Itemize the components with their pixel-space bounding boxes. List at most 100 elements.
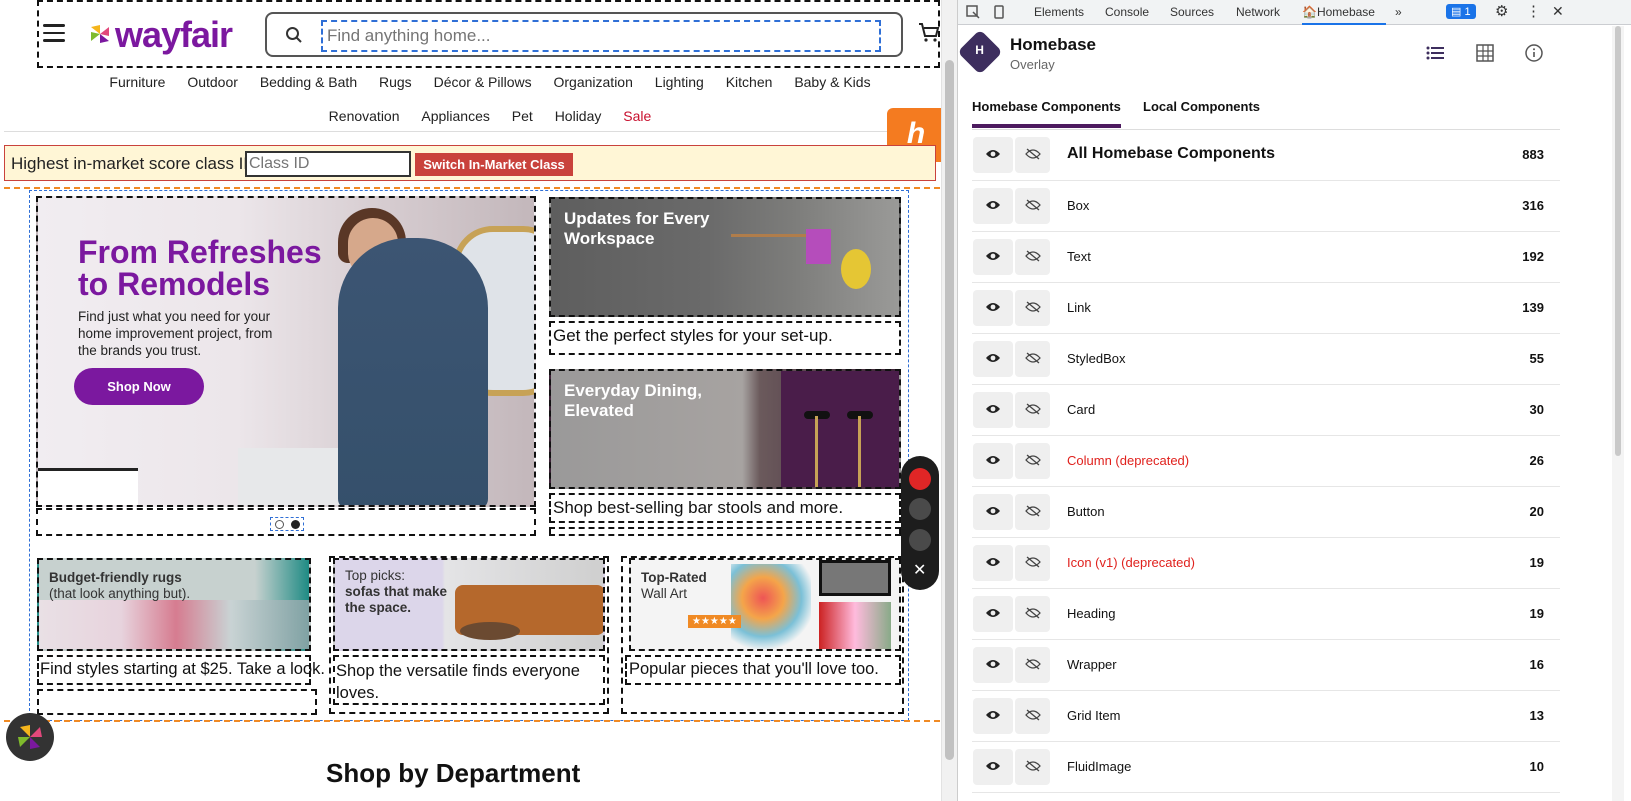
hide-button[interactable] — [1015, 239, 1050, 275]
record-button[interactable] — [909, 468, 931, 490]
nav-item[interactable]: Bedding & Bath — [260, 74, 357, 90]
hide-button[interactable] — [1015, 290, 1050, 326]
hide-button[interactable] — [1015, 698, 1050, 734]
eye-icon — [986, 405, 1000, 413]
carousel-dot-active[interactable] — [291, 520, 300, 529]
nav-item[interactable]: Rugs — [379, 74, 412, 90]
tub-image — [38, 468, 138, 505]
show-button[interactable] — [973, 188, 1013, 224]
table-view-icon[interactable] — [1476, 44, 1494, 62]
nav-item[interactable]: Renovation — [329, 108, 400, 124]
component-name-deprecated: Column (deprecated) — [1067, 453, 1190, 468]
home-icon: 🏠 — [1302, 5, 1317, 19]
nav-item[interactable]: Outdoor — [187, 74, 238, 90]
search-box[interactable] — [265, 12, 903, 57]
nav-item[interactable]: Organization — [554, 74, 633, 90]
overlay-outline — [4, 720, 940, 722]
card-caption[interactable]: Shop best-selling bar stools and more. — [549, 493, 901, 523]
hide-button[interactable] — [1015, 494, 1050, 530]
tab-network[interactable]: Network — [1236, 5, 1280, 19]
eye-icon — [986, 558, 1000, 566]
device-toolbar-icon[interactable] — [992, 5, 1006, 19]
carousel-dot[interactable] — [275, 520, 284, 529]
issues-badge[interactable]: ▤ 1 — [1446, 4, 1476, 19]
show-button[interactable] — [973, 749, 1013, 785]
hide-button[interactable] — [1015, 443, 1050, 479]
nav-item[interactable]: Furniture — [109, 74, 165, 90]
hide-button[interactable] — [1015, 392, 1050, 428]
show-button[interactable] — [973, 392, 1013, 428]
nav-item[interactable]: Pet — [512, 108, 533, 124]
nav-item[interactable]: Kitchen — [726, 74, 773, 90]
inspect-icon[interactable] — [966, 5, 980, 19]
cart-icon[interactable] — [917, 20, 941, 44]
hide-button[interactable] — [1015, 545, 1050, 581]
section-heading: Shop by Department — [326, 758, 581, 788]
tab-elements[interactable]: Elements — [1034, 5, 1084, 19]
cabinet-image — [781, 371, 899, 487]
close-icon[interactable]: ✕ — [913, 560, 926, 580]
class-id-input[interactable] — [245, 151, 411, 177]
nav-item[interactable]: Appliances — [421, 108, 490, 124]
card-caption[interactable]: Find styles starting at $25. Take a look… — [37, 655, 325, 685]
panel-scrollbar[interactable] — [1612, 26, 1624, 801]
tab-homebase[interactable]: 🏠Homebase — [1302, 5, 1386, 25]
hide-button[interactable] — [1015, 749, 1050, 785]
extension-launcher-icon[interactable] — [6, 713, 54, 761]
nav-item-sale[interactable]: Sale — [623, 108, 651, 124]
overlay-outline — [621, 556, 904, 714]
search-input[interactable] — [321, 20, 881, 52]
card-caption[interactable]: Get the perfect styles for your set-up. — [549, 321, 901, 355]
close-devtools-icon[interactable]: ✕ — [1552, 3, 1564, 20]
stool-leg — [858, 416, 861, 487]
eye-off-icon — [1025, 199, 1041, 211]
pause-button[interactable] — [909, 498, 931, 520]
settings-gear-icon[interactable]: ⚙ — [1495, 2, 1508, 20]
show-button[interactable] — [973, 290, 1013, 326]
rugs-card[interactable]: Budget-friendly rugs (that look anything … — [37, 558, 311, 651]
hide-button[interactable] — [1015, 647, 1050, 683]
hero-title: From Refreshes to Remodels — [78, 234, 322, 302]
nav-item[interactable]: Lighting — [655, 74, 704, 90]
workspace-card[interactable]: Updates for Every Workspace — [549, 197, 901, 317]
shop-now-button[interactable]: Shop Now — [74, 368, 204, 405]
hero-banner[interactable]: From Refreshes to Remodels Find just wha… — [36, 196, 536, 507]
show-button[interactable] — [973, 494, 1013, 530]
stop-button[interactable] — [909, 529, 931, 551]
show-button[interactable] — [973, 698, 1013, 734]
nav-item[interactable]: Baby & Kids — [794, 74, 870, 90]
more-tabs-icon[interactable]: » — [1395, 5, 1402, 19]
component-name: All Homebase Components — [1067, 145, 1276, 162]
scrollbar-thumb[interactable] — [945, 60, 954, 760]
dining-card[interactable]: Everyday Dining, Elevated — [549, 369, 901, 489]
switch-class-button[interactable]: Switch In-Market Class — [415, 153, 573, 176]
kebab-menu-icon[interactable]: ⋮ — [1526, 2, 1541, 20]
page-scrollbar[interactable] — [941, 0, 957, 801]
nav-item[interactable]: Holiday — [555, 108, 602, 124]
tab-sources[interactable]: Sources — [1170, 5, 1214, 19]
search-icon[interactable] — [285, 26, 303, 44]
show-button[interactable] — [973, 239, 1013, 275]
tab-local-components[interactable]: Local Components — [1143, 99, 1260, 114]
info-icon[interactable] — [1525, 44, 1543, 62]
eye-icon — [986, 762, 1000, 770]
show-button[interactable] — [973, 596, 1013, 632]
tab-homebase-components[interactable]: Homebase Components — [972, 99, 1121, 128]
show-button[interactable] — [973, 647, 1013, 683]
eye-icon — [986, 303, 1000, 311]
wayfair-logo[interactable]: wayfair — [89, 14, 233, 56]
tab-console[interactable]: Console — [1105, 5, 1149, 19]
show-button[interactable] — [973, 545, 1013, 581]
hide-button[interactable] — [1015, 137, 1050, 173]
hide-button[interactable] — [1015, 596, 1050, 632]
show-button[interactable] — [973, 443, 1013, 479]
nav-item[interactable]: Décor & Pillows — [434, 74, 532, 90]
hide-button[interactable] — [1015, 188, 1050, 224]
eye-icon — [986, 660, 1000, 668]
list-view-icon[interactable] — [1426, 44, 1444, 62]
show-button[interactable] — [973, 137, 1013, 173]
hide-button[interactable] — [1015, 341, 1050, 377]
menu-icon[interactable] — [43, 24, 65, 42]
show-button[interactable] — [973, 341, 1013, 377]
scrollbar-thumb[interactable] — [1615, 26, 1621, 456]
